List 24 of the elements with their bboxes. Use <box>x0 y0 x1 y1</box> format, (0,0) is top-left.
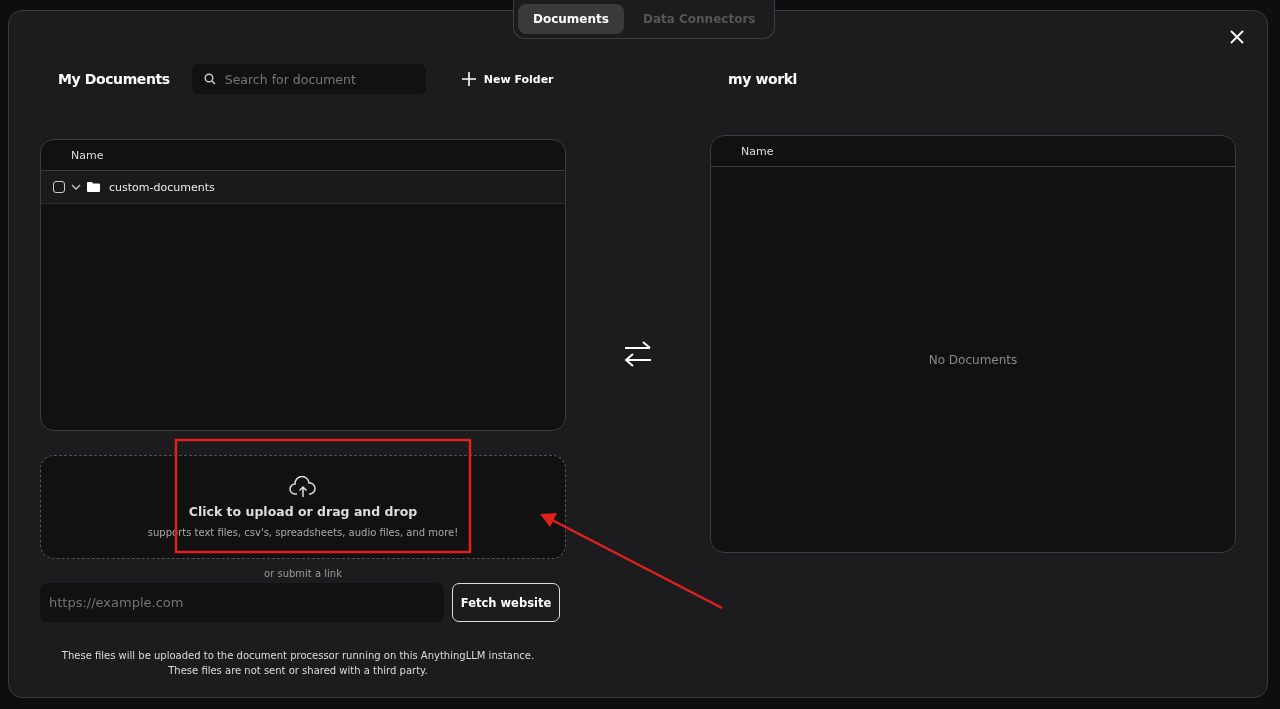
new-folder-button[interactable]: New Folder <box>461 72 554 86</box>
notice-text: These files are not sent or shared with a third party. <box>167 664 429 678</box>
notice-text: These files will be uploaded to the document processor running on this AnythingLLM instance. <box>60 649 536 663</box>
search-icon <box>203 73 216 85</box>
tab[interactable]: Documents <box>518 4 624 34</box>
folder-row[interactable]: custom-documents <box>41 171 565 204</box>
upload-title: Click to upload or drag and drop <box>188 504 418 519</box>
link-hint: or submit a link <box>263 568 343 579</box>
plus-icon <box>461 72 476 86</box>
folder-name: custom-documents <box>109 180 215 194</box>
url-field[interactable]: https://example.com <box>40 583 444 622</box>
workspace-title: my workl <box>728 71 797 87</box>
folder-icon <box>87 182 100 192</box>
swap-arrows-icon[interactable] <box>623 340 653 368</box>
cloud-upload-icon <box>289 476 317 498</box>
column-header: Name <box>71 148 104 162</box>
section-title: My Documents <box>58 71 170 87</box>
close-icon[interactable] <box>1229 29 1245 45</box>
fetch-website-button[interactable]: Fetch website <box>452 583 560 622</box>
chevron-icon[interactable] <box>71 183 81 191</box>
search-field[interactable]: Search for document <box>191 64 426 94</box>
checkbox[interactable] <box>53 181 65 193</box>
empty-state-text: No Documents <box>928 352 1018 367</box>
column-header: Name <box>741 144 774 158</box>
